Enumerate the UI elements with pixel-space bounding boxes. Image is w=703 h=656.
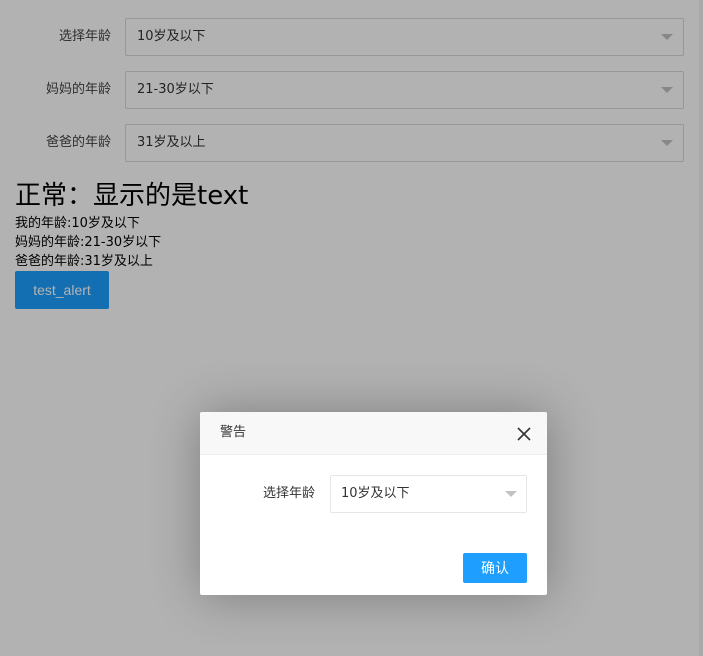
triangle-down-icon	[505, 491, 517, 497]
dialog-title: 警告	[220, 425, 247, 440]
dialog-age-select-value: 10岁及以下	[341, 486, 410, 501]
dialog-header: 警告	[200, 412, 547, 455]
dialog-form-row: 选择年龄 10岁及以下	[200, 475, 547, 513]
dialog-age-select[interactable]: 10岁及以下	[330, 475, 527, 513]
confirm-button[interactable]: 确认	[463, 553, 527, 583]
close-icon[interactable]	[517, 426, 531, 441]
alert-dialog: 警告 选择年龄 10岁及以下 确认	[200, 412, 547, 595]
dialog-age-label: 选择年龄	[262, 486, 315, 501]
